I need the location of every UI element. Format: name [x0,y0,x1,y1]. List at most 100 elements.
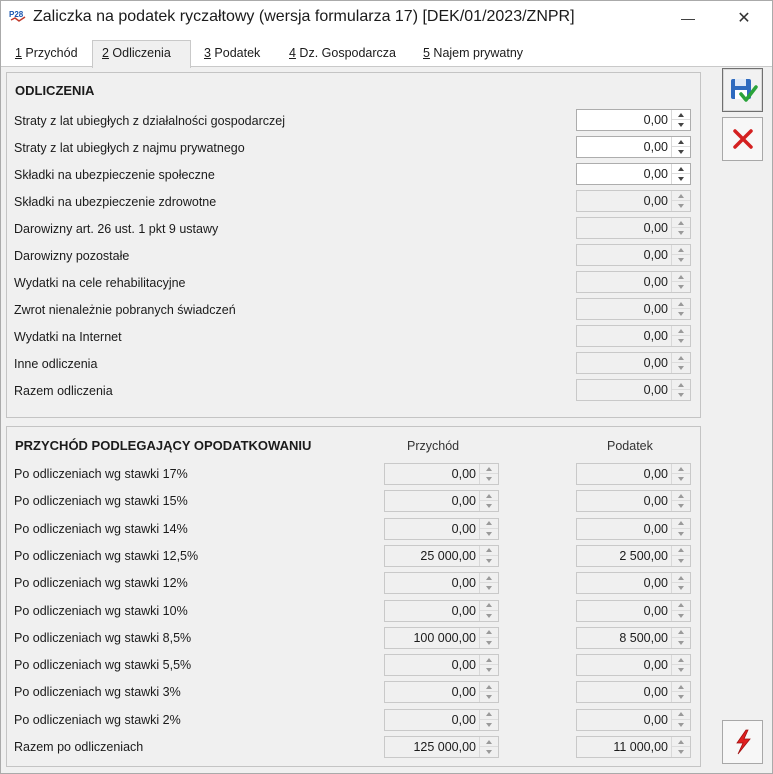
podatek-value-field[interactable]: 0,00 [576,708,691,731]
spinner[interactable] [671,245,690,265]
spin-down-button[interactable] [672,309,690,319]
spin-up-button[interactable] [672,380,690,390]
spin-down-button[interactable] [672,147,690,157]
spin-down-button[interactable] [672,747,690,757]
spinner[interactable] [479,682,498,703]
spinner[interactable] [671,600,690,621]
przychod-value-field[interactable]: 0,00 [384,490,499,513]
odliczenia-value-field[interactable]: 0,00 [576,325,691,347]
spinner[interactable] [671,137,690,157]
spinner[interactable] [671,218,690,238]
spin-up-button[interactable] [672,272,690,282]
odliczenia-value-field[interactable]: 0,00 [576,244,691,266]
spinner[interactable] [671,573,690,594]
spin-down-button[interactable] [672,390,690,400]
spin-down-button[interactable] [480,583,498,593]
spin-up-button[interactable] [480,737,498,747]
podatek-value-field[interactable]: 0,00 [576,654,691,677]
spin-down-button[interactable] [672,474,690,484]
spin-up-button[interactable] [672,353,690,363]
tab-podatek[interactable]: 3 Podatek [195,42,269,67]
podatek-value-field[interactable]: 2 500,00 [576,544,691,567]
spin-down-button[interactable] [672,692,690,702]
podatek-value-field[interactable]: 0,00 [576,463,691,485]
spinner[interactable] [671,272,690,292]
spinner[interactable] [479,655,498,676]
przychod-value-field[interactable]: 100 000,00 [384,626,499,649]
odliczenia-value-field[interactable]: 0,00 [576,298,691,320]
odliczenia-value-field[interactable]: 0,00 [576,136,691,158]
spin-up-button[interactable] [672,546,690,556]
spinner[interactable] [479,709,498,730]
przychod-value-field[interactable]: 0,00 [384,517,499,540]
spin-up-button[interactable] [480,628,498,638]
podatek-value-field[interactable]: 0,00 [576,599,691,622]
spin-down-button[interactable] [672,282,690,292]
odliczenia-value-field[interactable]: 0,00 [576,379,691,401]
spinner[interactable] [671,110,690,130]
spinner[interactable] [671,326,690,346]
podatek-value-field[interactable]: 0,00 [576,517,691,540]
spin-down-button[interactable] [672,336,690,346]
spin-up-button[interactable] [672,137,690,147]
spin-down-button[interactable] [480,747,498,757]
spinner[interactable] [671,682,690,703]
spin-up-button[interactable] [672,628,690,638]
przychod-value-field[interactable]: 125 000,00 [384,736,499,758]
tab-najem-prywatny[interactable]: 5 Najem prywatny [414,42,532,67]
spin-down-button[interactable] [672,665,690,675]
spin-down-button[interactable] [480,529,498,539]
minimize-button[interactable]: — [665,1,711,35]
spin-down-button[interactable] [672,363,690,373]
spin-down-button[interactable] [672,529,690,539]
spin-up-button[interactable] [480,464,498,474]
spin-up-button[interactable] [480,519,498,529]
spin-up-button[interactable] [672,573,690,584]
spin-down-button[interactable] [480,501,498,511]
odliczenia-value-field[interactable]: 0,00 [576,271,691,293]
spin-down-button[interactable] [672,611,690,621]
podatek-value-field[interactable]: 0,00 [576,490,691,513]
spin-up-button[interactable] [480,682,498,693]
spin-down-button[interactable] [672,120,690,130]
spinner[interactable] [671,627,690,648]
spin-up-button[interactable] [672,519,690,529]
podatek-value-field[interactable]: 8 500,00 [576,626,691,649]
spin-down-button[interactable] [672,228,690,238]
spin-up-button[interactable] [480,710,498,720]
odliczenia-value-field[interactable]: 0,00 [576,352,691,374]
odliczenia-value-field[interactable]: 0,00 [576,217,691,239]
przychod-value-field[interactable]: 0,00 [384,654,499,677]
przychod-value-field[interactable]: 0,00 [384,681,499,704]
spinner[interactable] [479,737,498,757]
spin-up-button[interactable] [672,299,690,309]
spin-down-button[interactable] [672,501,690,511]
spin-up-button[interactable] [672,218,690,228]
spin-down-button[interactable] [480,692,498,702]
tab-dz-gospodarcza[interactable]: 4 Dz. Gospodarcza [280,42,405,67]
spinner[interactable] [671,353,690,373]
spinner[interactable] [479,573,498,594]
spin-down-button[interactable] [480,474,498,484]
spinner[interactable] [479,627,498,648]
spin-down-button[interactable] [480,556,498,566]
spin-up-button[interactable] [672,110,690,120]
spin-up-button[interactable] [480,546,498,556]
przychod-value-field[interactable]: 0,00 [384,708,499,731]
save-button[interactable] [722,68,763,112]
spin-down-button[interactable] [672,556,690,566]
spinner[interactable] [479,600,498,621]
podatek-value-field[interactable]: 0,00 [576,681,691,704]
spin-up-button[interactable] [672,245,690,255]
podatek-value-field[interactable]: 0,00 [576,572,691,595]
spin-up-button[interactable] [480,601,498,611]
spinner[interactable] [671,518,690,539]
action-button[interactable] [722,720,763,764]
tab-przychod[interactable]: 1 Przychód [6,42,87,67]
spin-up-button[interactable] [672,601,690,611]
spin-up-button[interactable] [672,191,690,201]
przychod-value-field[interactable]: 0,00 [384,463,499,485]
spinner[interactable] [671,545,690,566]
spinner[interactable] [479,518,498,539]
spin-up-button[interactable] [672,464,690,474]
